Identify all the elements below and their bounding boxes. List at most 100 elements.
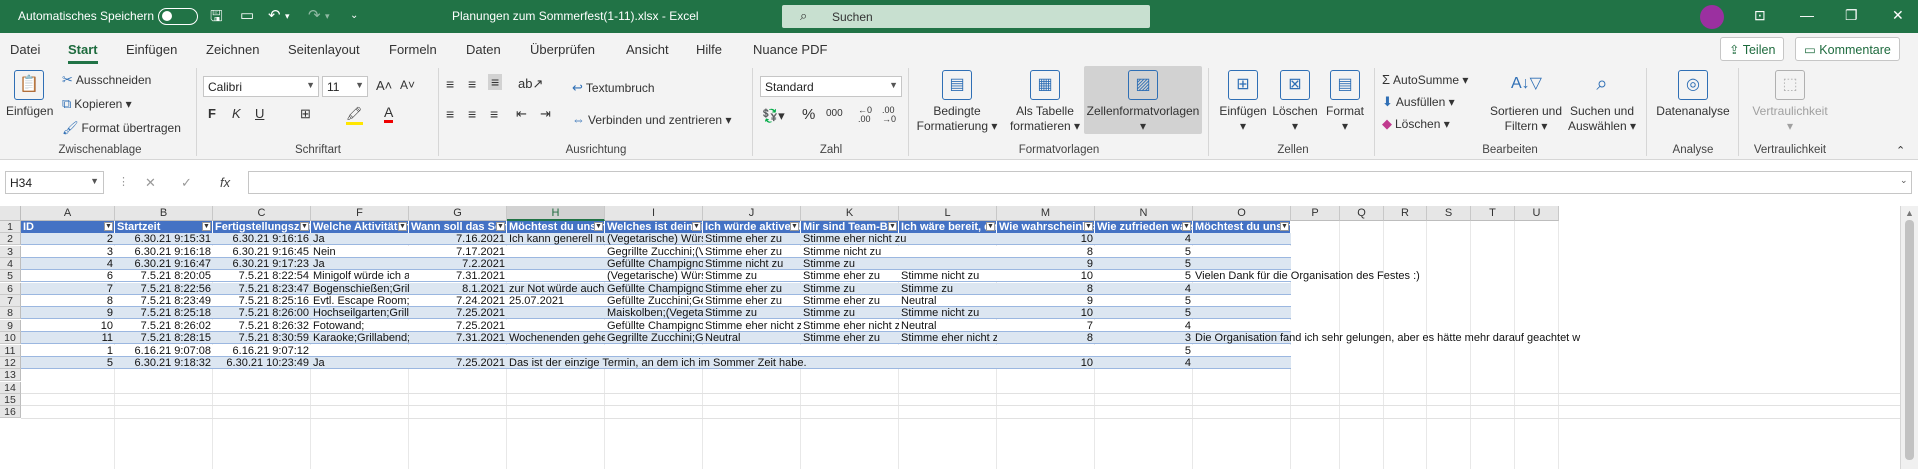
format-cells-button[interactable]: ▤ Format ▾: [1320, 70, 1370, 134]
undo-icon[interactable]: ↶: [268, 6, 281, 24]
font-size-select[interactable]: 11 ▼: [322, 76, 368, 97]
table-cell[interactable]: 5: [1095, 307, 1193, 319]
wrap-text-button[interactable]: ↩ Textumbruch: [572, 80, 655, 96]
enter-icon[interactable]: ✓: [181, 175, 192, 191]
table-cell[interactable]: Stimme zu: [899, 283, 997, 295]
table-cell[interactable]: 3: [21, 246, 115, 258]
insert-function-icon[interactable]: fx: [220, 175, 230, 190]
table-cell[interactable]: Gegrillte Zucchini;(Ve: [605, 246, 703, 258]
expand-formula-icon[interactable]: ⌄: [1900, 175, 1908, 186]
table-cell[interactable]: 7.5.21 8:26:32: [213, 320, 311, 332]
row-header[interactable]: 16: [0, 406, 21, 419]
table-cell[interactable]: 7.25.2021: [409, 320, 507, 332]
align-left-icon[interactable]: ≡: [446, 106, 454, 122]
table-cell[interactable]: 5: [1095, 270, 1193, 282]
vertical-scrollbar[interactable]: ▲: [1900, 206, 1918, 469]
row-header[interactable]: 5: [0, 270, 21, 283]
column-header-m[interactable]: M: [997, 206, 1095, 221]
table-cell[interactable]: Ich kann generell nur: [507, 233, 605, 245]
table-cell[interactable]: 8: [997, 283, 1095, 295]
table-cell[interactable]: 7.5.21 8:28:15: [115, 332, 213, 344]
row-header[interactable]: 11: [0, 344, 21, 357]
filter-dropdown-icon[interactable]: ▼: [398, 222, 407, 231]
table-cell[interactable]: 9: [997, 295, 1095, 307]
column-header-j[interactable]: J: [703, 206, 801, 221]
row-header[interactable]: 12: [0, 356, 21, 369]
table-cell[interactable]: Stimme zu: [801, 258, 997, 270]
row-header[interactable]: 1: [0, 221, 21, 233]
accounting-format-icon[interactable]: 💱▾: [762, 108, 785, 124]
table-cell[interactable]: Neutral: [703, 332, 801, 344]
table-cell[interactable]: 5: [1095, 258, 1193, 270]
table-cell[interactable]: Stimme nicht zu: [899, 270, 997, 282]
sort-filter-button[interactable]: A↓▽ Sortieren und Filtern ▾: [1488, 70, 1564, 134]
table-cell[interactable]: Nein: [311, 246, 409, 258]
number-format-select[interactable]: Standard ▼: [760, 76, 902, 97]
table-cell[interactable]: Stimme eher nicht zu: [801, 320, 899, 332]
table-header-cell[interactable]: Möchtest du uns noc▼: [1193, 221, 1291, 233]
paste-button[interactable]: 📋 Einfügen: [6, 70, 53, 119]
table-cell[interactable]: 3: [1095, 332, 1193, 344]
table-cell[interactable]: 5: [1095, 345, 1193, 357]
table-cell[interactable]: 7.25.2021: [409, 357, 507, 369]
table-cell[interactable]: Gegrillte Zucchini;Gef: [605, 332, 703, 344]
table-cell[interactable]: 7: [21, 283, 115, 295]
table-cell[interactable]: 6.16.21 9:07:12: [213, 345, 311, 357]
column-header-g[interactable]: G: [409, 206, 507, 221]
row-header[interactable]: 6: [0, 282, 21, 295]
filter-dropdown-icon[interactable]: ▼: [104, 222, 113, 231]
table-cell[interactable]: 6.30.21 9:15:31: [115, 233, 213, 245]
merge-center-button[interactable]: ⇔ Verbinden und zentrieren ▾: [572, 112, 731, 127]
filter-dropdown-icon[interactable]: ▼: [1280, 222, 1289, 231]
table-cell[interactable]: 7.2.2021: [409, 258, 507, 270]
tab-start[interactable]: Start: [68, 42, 98, 64]
table-header-cell[interactable]: Startzeit ▼: [115, 221, 213, 233]
copy-button[interactable]: ⧉ Kopieren ▾: [62, 96, 132, 112]
table-cell[interactable]: (Vegetarische) Würstc: [605, 270, 703, 282]
row-header[interactable]: 14: [0, 381, 21, 394]
align-bottom-icon[interactable]: ≡: [488, 74, 503, 90]
table-cell[interactable]: Ja: [311, 258, 409, 270]
table-cell[interactable]: 4: [21, 258, 115, 270]
table-cell[interactable]: Stimme zu: [703, 270, 801, 282]
table-cell[interactable]: Hochseilgarten;Grilla: [311, 307, 409, 319]
font-name-select[interactable]: Calibri ▼: [203, 76, 319, 97]
save-icon[interactable]: 🖫: [210, 6, 223, 31]
table-cell[interactable]: Neutral: [899, 320, 997, 332]
table-cell[interactable]: 2: [21, 233, 115, 245]
column-header-b[interactable]: B: [115, 206, 213, 221]
tab-formeln[interactable]: Formeln: [389, 42, 437, 57]
table-cell[interactable]: 7.5.21 8:22:56: [115, 283, 213, 295]
data-analysis-button[interactable]: ◎ Datenanalyse: [1654, 70, 1732, 119]
align-center-icon[interactable]: ≡: [468, 106, 476, 122]
table-header-cell[interactable]: Ich würde aktive Unt▼: [703, 221, 801, 233]
font-color-icon[interactable]: A: [384, 104, 394, 123]
table-cell[interactable]: 7.5.21 8:23:47: [213, 283, 311, 295]
tab-hilfe[interactable]: Hilfe: [696, 42, 722, 57]
avatar[interactable]: [1700, 5, 1724, 29]
table-cell[interactable]: Stimme zu: [801, 307, 899, 319]
fill-color-icon[interactable]: 🖍: [346, 106, 363, 125]
table-cell[interactable]: 10: [997, 307, 1095, 319]
table-cell[interactable]: 7.5.21 8:20:05: [115, 270, 213, 282]
table-cell[interactable]: 7.31.2021: [409, 332, 507, 344]
row-header[interactable]: 3: [0, 245, 21, 258]
share-button[interactable]: ⇪ Teilen: [1720, 37, 1785, 61]
table-cell[interactable]: Wochenenden gehen: [507, 332, 605, 344]
filter-dropdown-icon[interactable]: ▼: [202, 222, 211, 231]
table-cell[interactable]: 1: [21, 345, 115, 357]
table-cell[interactable]: 4: [1095, 233, 1193, 245]
table-cell[interactable]: 6: [21, 270, 115, 282]
table-cell[interactable]: 7.5.21 8:26:02: [115, 320, 213, 332]
table-cell[interactable]: zur Not würde auch 31: [507, 283, 605, 295]
close-icon[interactable]: ✕: [1892, 7, 1904, 24]
filter-dropdown-icon[interactable]: ▼: [790, 222, 799, 231]
sensitivity-button[interactable]: ⬚ Vertraulichkeit ▾: [1744, 70, 1836, 134]
table-cell[interactable]: (Vegetarische) Würstc: [605, 233, 703, 245]
table-cell[interactable]: Das ist der einzige Termin, an dem ich i…: [507, 357, 997, 369]
italic-button[interactable]: K: [232, 106, 241, 121]
undo-dropdown-icon[interactable]: ▾: [285, 11, 290, 22]
row-header[interactable]: 7: [0, 295, 21, 308]
table-cell[interactable]: 6.30.21 9:16:18: [115, 246, 213, 258]
table-cell[interactable]: Ja: [311, 357, 409, 369]
